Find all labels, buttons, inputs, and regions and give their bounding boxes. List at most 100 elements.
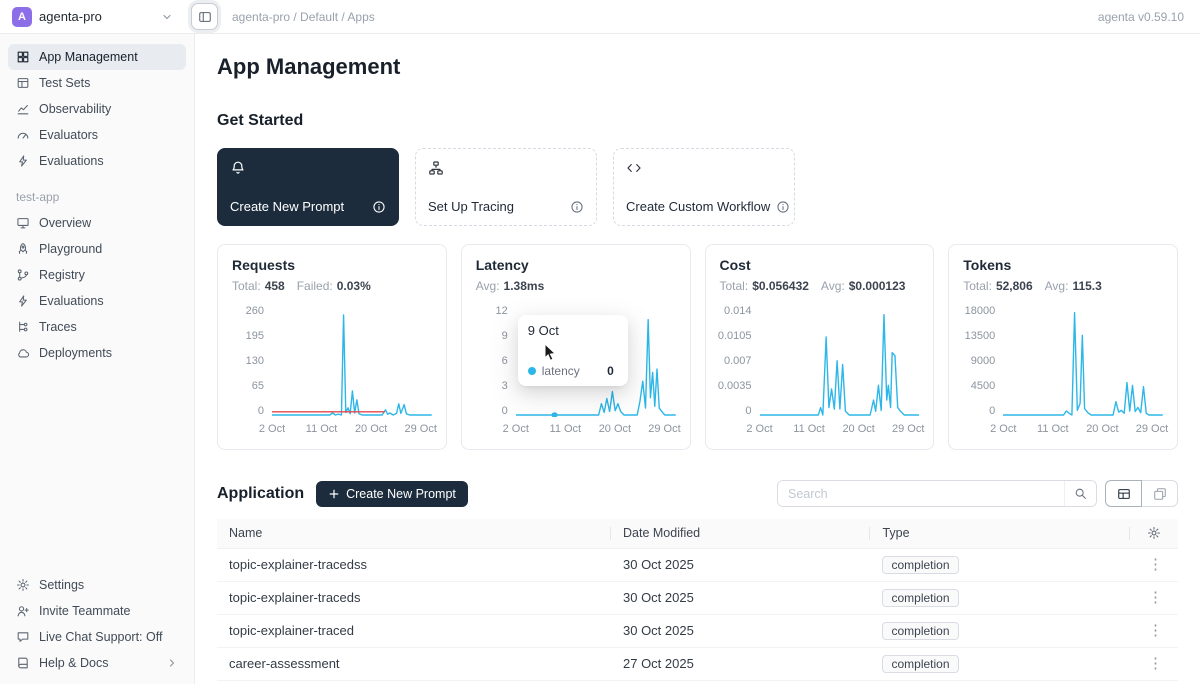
invite-teammate-icon [16, 604, 30, 618]
app-date-modified: 30 Oct 2025 [611, 581, 870, 614]
card-label: Create Custom Workflow [626, 199, 770, 214]
stat-title: Tokens [963, 257, 1163, 273]
table-settings-icon[interactable] [1142, 526, 1166, 540]
y-tick-label: 130 [246, 355, 264, 367]
sidebar-item-label: App Management [39, 50, 138, 64]
create-custom-workflow-card[interactable]: Create Custom Workflow [613, 148, 795, 226]
sidebar-item-playground[interactable]: Playground [8, 236, 186, 262]
stat-value: 458 [265, 279, 285, 293]
sidebar-item-label: Traces [39, 320, 77, 334]
x-tick-label: 29 Oct [1136, 423, 1168, 435]
search-input[interactable] [778, 481, 1064, 506]
x-tick-label: 2 Oct [503, 423, 529, 435]
sidebar-item-live-chat-support[interactable]: Live Chat Support: Off [8, 624, 186, 650]
observability-icon [16, 102, 30, 116]
stat-title: Requests [232, 257, 432, 273]
test-sets-icon [16, 76, 30, 90]
y-tick-label: 0.014 [724, 305, 752, 317]
sidebar-item-test-sets[interactable]: Test Sets [8, 70, 186, 96]
series-dot-icon [528, 367, 536, 375]
sidebar-item-overview[interactable]: Overview [8, 210, 186, 236]
stat-label: Total: [720, 279, 749, 293]
table-row[interactable]: career-assessment 27 Oct 2025 completion… [217, 647, 1178, 680]
apps-table: Name Date Modified Type topic-explainer-… [217, 519, 1178, 681]
sidebar-item-app-evaluations[interactable]: Evaluations [8, 288, 186, 314]
row-actions-button[interactable]: ⋮ [1142, 623, 1169, 638]
app-name: topic-explainer-traced [217, 614, 611, 647]
table-view-icon [1117, 487, 1131, 501]
app-type-badge: completion [882, 556, 958, 574]
row-actions-button[interactable]: ⋮ [1142, 590, 1169, 605]
create-button-label: Create New Prompt [346, 487, 456, 501]
row-actions-button[interactable]: ⋮ [1142, 557, 1169, 572]
app-name: career-assessment [217, 647, 611, 680]
y-axis-ticks: 1800013500900045000 [963, 305, 1003, 417]
sidebar: App Management Test Sets Observability E… [0, 34, 195, 684]
search-icon [1074, 487, 1087, 500]
latency-chart: 9 Oct latency 0 [516, 305, 676, 417]
stat-card-requests: Requests Total:458 Failed:0.03% 26019513… [217, 244, 447, 450]
sidebar-item-evaluations[interactable]: Evaluations [8, 148, 186, 174]
sidebar-item-label: Observability [39, 102, 111, 116]
table-row[interactable]: topic-explainer-traceds 30 Oct 2025 comp… [217, 581, 1178, 614]
sidebar-item-deployments[interactable]: Deployments [8, 340, 186, 366]
x-tick-label: 29 Oct [648, 423, 680, 435]
stat-label: Avg: [1045, 279, 1069, 293]
get-started-cards: Create New Prompt Set Up Tracing Create … [217, 148, 1178, 226]
workspace-selector[interactable]: A agenta-pro [0, 7, 183, 27]
stat-value: $0.056432 [752, 279, 809, 293]
sidebar-item-invite-teammate[interactable]: Invite Teammate [8, 598, 186, 624]
sidebar-item-traces[interactable]: Traces [8, 314, 186, 340]
row-actions-button[interactable]: ⋮ [1142, 656, 1169, 671]
x-tick-label: 11 Oct [306, 423, 338, 435]
sidebar-item-label: Overview [39, 216, 91, 230]
column-header-name: Name [217, 519, 611, 548]
sidebar-item-settings[interactable]: Settings [8, 572, 186, 598]
mouse-cursor-icon [544, 343, 557, 361]
info-icon[interactable] [372, 200, 386, 214]
sidebar-item-label: Registry [39, 268, 85, 282]
stat-value: 0.03% [337, 279, 371, 293]
info-icon[interactable] [776, 200, 790, 214]
workspace-name: agenta-pro [39, 9, 154, 24]
x-tick-label: 11 Oct [550, 423, 582, 435]
app-version: agenta v0.59.10 [1098, 10, 1184, 24]
search-button[interactable] [1064, 481, 1096, 506]
stat-value: $0.000123 [849, 279, 906, 293]
sidebar-item-app-management[interactable]: App Management [8, 44, 186, 70]
create-new-prompt-button[interactable]: Create New Prompt [316, 481, 468, 507]
chevron-down-icon [161, 11, 173, 23]
card-view-icon [1153, 487, 1167, 501]
y-tick-label: 260 [246, 305, 264, 317]
y-tick-label: 6 [502, 355, 508, 367]
stat-summary: Total:52,806 Avg:115.3 [963, 279, 1163, 293]
breadcrumb[interactable]: agenta-pro / Default / Apps [232, 10, 375, 24]
app-name: topic-explainer-traceds [217, 581, 611, 614]
sidebar-item-registry[interactable]: Registry [8, 262, 186, 288]
docs-icon [16, 656, 30, 670]
table-view-button[interactable] [1105, 480, 1142, 507]
bell-icon [230, 160, 386, 176]
set-up-tracing-card[interactable]: Set Up Tracing [415, 148, 597, 226]
sidebar-app-section-label: test-app [16, 190, 178, 204]
sidebar-item-evaluators[interactable]: Evaluators [8, 122, 186, 148]
table-row[interactable]: topic-explainer-tracedss 30 Oct 2025 com… [217, 548, 1178, 581]
y-axis-ticks: 129630 [476, 305, 516, 417]
info-icon[interactable] [570, 200, 584, 214]
search-box [777, 480, 1097, 507]
stat-label: Avg: [821, 279, 845, 293]
sidebar-toggle-button[interactable] [191, 3, 218, 30]
view-toggle [1105, 480, 1178, 507]
sidebar-item-observability[interactable]: Observability [8, 96, 186, 122]
chart-plot [272, 305, 432, 417]
table-row[interactable]: topic-explainer-traced 30 Oct 2025 compl… [217, 614, 1178, 647]
sidebar-bottom: Settings Invite Teammate Live Chat Suppo… [8, 572, 186, 676]
app-management-icon [16, 50, 30, 64]
x-axis-ticks: 2 Oct11 Oct20 Oct29 Oct [272, 423, 432, 437]
y-tick-label: 13500 [965, 330, 996, 342]
card-view-button[interactable] [1141, 480, 1178, 507]
sidebar-item-help-docs[interactable]: Help & Docs [8, 650, 186, 676]
create-new-prompt-card[interactable]: Create New Prompt [217, 148, 399, 226]
playground-icon [16, 242, 30, 256]
sidebar-item-label: Deployments [39, 346, 112, 360]
